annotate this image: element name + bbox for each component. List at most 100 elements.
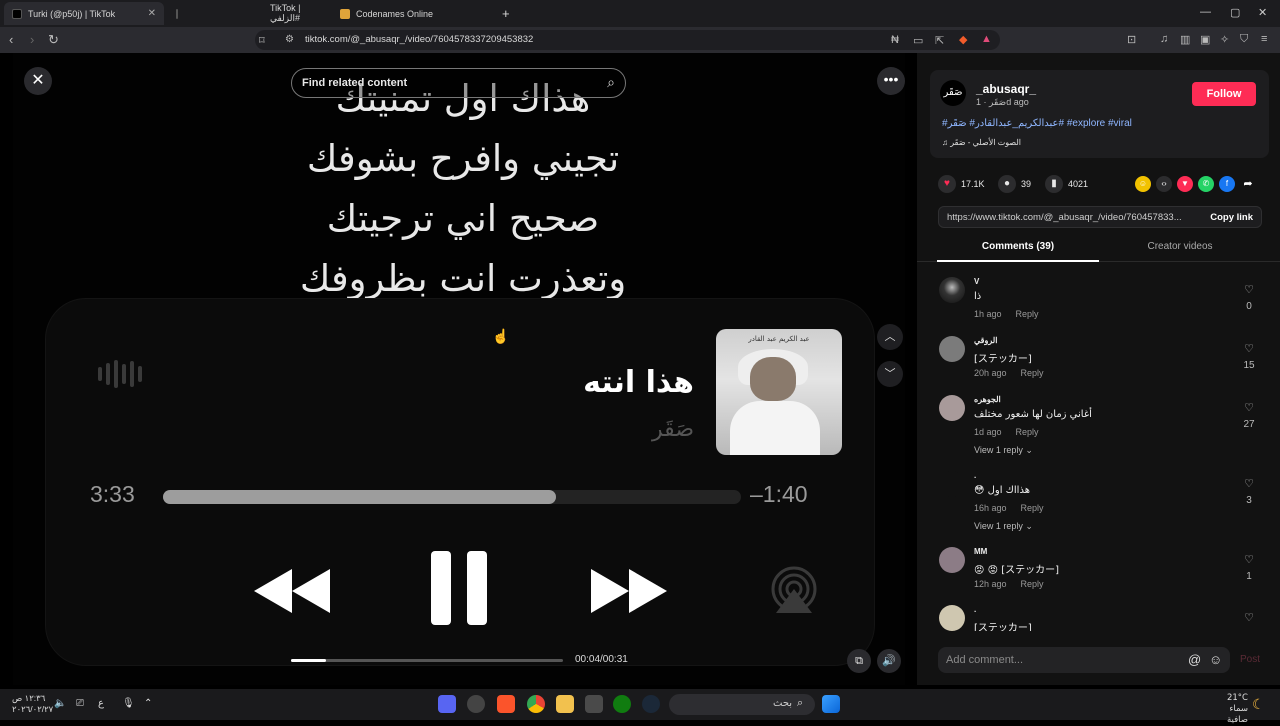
- embed-icon[interactable]: ‹›: [1156, 176, 1172, 192]
- xbox-icon[interactable]: [613, 695, 631, 713]
- rewards-icon[interactable]: ▲: [981, 33, 992, 45]
- tab-tiktok-turki[interactable]: Turki (@p50j) | TikTok ✕: [4, 2, 164, 25]
- save-button[interactable]: ▮ 4021: [1045, 175, 1088, 193]
- like-button[interactable]: ♥ 17.1K: [938, 175, 985, 193]
- reply-button[interactable]: Reply: [1021, 579, 1044, 589]
- brave-shield-icon[interactable]: ◆: [959, 33, 967, 46]
- translate-icon[interactable]: ₦: [891, 34, 899, 46]
- post-comment-button[interactable]: Post: [1240, 654, 1260, 665]
- cast-icon[interactable]: ▭: [913, 34, 923, 47]
- music-link[interactable]: ♫ الصوت الأصلي - صَقَر: [942, 138, 1021, 147]
- previous-video-button[interactable]: ︿: [877, 324, 903, 350]
- mention-icon[interactable]: @: [1188, 652, 1201, 667]
- video-progress-bar[interactable]: [291, 659, 563, 662]
- comment-user[interactable]: الجوهره: [974, 395, 1001, 404]
- picture-in-picture-button[interactable]: ⧉: [847, 649, 871, 673]
- bookmark-icon[interactable]: ⌑: [259, 34, 265, 47]
- reply-button[interactable]: Reply: [1021, 368, 1044, 378]
- sidebar-icon[interactable]: ▥: [1180, 33, 1190, 46]
- steam-icon[interactable]: [642, 695, 660, 713]
- tray-expand-icon[interactable]: ⌃: [144, 698, 152, 709]
- back-icon[interactable]: ‹: [9, 32, 13, 47]
- vpn-icon[interactable]: ⛉: [1240, 33, 1248, 46]
- media-icon[interactable]: ♫: [1160, 33, 1168, 45]
- weather-widget[interactable]: 21°C سماء صافية: [1206, 693, 1248, 726]
- brave-icon[interactable]: [497, 695, 515, 713]
- add-comment-input[interactable]: Add comment... @ ☺: [938, 647, 1230, 673]
- heart-icon[interactable]: ♡: [1242, 401, 1256, 414]
- tab-comments[interactable]: Comments (39): [937, 236, 1099, 262]
- avatar[interactable]: [939, 547, 965, 573]
- tab-tiktok-2[interactable]: [168, 2, 192, 25]
- reply-button[interactable]: Reply: [1021, 503, 1044, 513]
- reload-icon[interactable]: ↻: [48, 32, 59, 48]
- avatar[interactable]: [939, 277, 965, 303]
- tab-creator-videos[interactable]: Creator videos: [1099, 236, 1261, 262]
- speaker-icon[interactable]: 🔈: [54, 698, 66, 709]
- screenshot-icon[interactable]: ⊡: [1127, 33, 1136, 46]
- leo-ai-icon[interactable]: ✧: [1220, 33, 1229, 46]
- store-icon[interactable]: [585, 695, 603, 713]
- facebook-icon[interactable]: f: [1219, 176, 1235, 192]
- taskbar-search[interactable]: بحث ⌕: [669, 694, 815, 715]
- maximize-icon[interactable]: ▢: [1230, 6, 1240, 19]
- heart-icon[interactable]: ♡: [1242, 283, 1256, 296]
- taskbar-clock[interactable]: ١٢:٣٦ ص ٢٠٢٦/٠٢/٢٧: [12, 693, 53, 715]
- file-explorer-icon[interactable]: [556, 695, 574, 713]
- more-options-button[interactable]: •••: [877, 67, 905, 95]
- network-icon[interactable]: ⎚: [76, 698, 84, 709]
- emoji-icon[interactable]: ☺: [1209, 652, 1222, 667]
- new-tab-button[interactable]: +: [494, 2, 514, 25]
- reply-button[interactable]: Reply: [1016, 309, 1039, 319]
- share-page-icon[interactable]: ⇱: [935, 34, 944, 47]
- comment-user[interactable]: MM: [974, 547, 987, 556]
- share-icon[interactable]: ➦: [1240, 176, 1256, 192]
- avatar[interactable]: [939, 336, 965, 362]
- view-replies-button[interactable]: View 1 reply ⌄: [974, 445, 1033, 456]
- address-bar[interactable]: ⌑ ⚙ tiktok.com/@_abusaqr_/video/76045783…: [255, 30, 1000, 50]
- heart-icon[interactable]: ♡: [1242, 342, 1256, 355]
- whatsapp-icon[interactable]: ✆: [1198, 176, 1214, 192]
- heart-icon[interactable]: ♡: [1242, 477, 1256, 490]
- github-desktop-icon[interactable]: [467, 695, 485, 713]
- close-tab-icon[interactable]: ✕: [148, 8, 156, 19]
- close-video-button[interactable]: ✕: [24, 67, 52, 95]
- microphone-icon[interactable]: 🎙: [122, 698, 135, 709]
- comment-user[interactable]: .: [974, 471, 976, 480]
- windows-start-icon[interactable]: [822, 695, 840, 713]
- hashtags[interactable]: #عبدالكريم_عبدالقادر# صَقَر# #explore #v…: [942, 118, 1132, 129]
- reply-button[interactable]: Reply: [1016, 427, 1039, 437]
- avatar[interactable]: [939, 395, 965, 421]
- avatar[interactable]: [939, 471, 965, 497]
- heart-icon[interactable]: ♡: [1242, 611, 1256, 624]
- find-related-search[interactable]: Find related content ⌕: [291, 68, 626, 98]
- discord-icon[interactable]: [438, 695, 456, 713]
- avatar[interactable]: [939, 605, 965, 631]
- video-player[interactable]: هذاك اول تمنيتك تجيني وافرح بشوفك صحيح ا…: [13, 53, 905, 685]
- volume-button[interactable]: 🔊: [877, 649, 901, 673]
- video-link: https://www.tiktok.com/@_abusaqr_/video/…: [947, 212, 1182, 223]
- keyboard-language[interactable]: ع: [98, 698, 104, 709]
- window-close-icon[interactable]: ✕: [1258, 6, 1267, 19]
- copy-link-button[interactable]: Copy link: [1210, 212, 1253, 223]
- wallet-icon[interactable]: ▣: [1200, 33, 1210, 46]
- heart-icon[interactable]: ♡: [1242, 553, 1256, 566]
- comment-button[interactable]: ● 39: [998, 175, 1031, 193]
- emoji-share-icon[interactable]: ☺: [1135, 176, 1151, 192]
- comment-user[interactable]: .: [974, 605, 976, 614]
- avatar[interactable]: صَقَر: [940, 80, 966, 106]
- follow-button[interactable]: Follow: [1192, 82, 1256, 106]
- menu-icon[interactable]: ≡: [1261, 33, 1267, 45]
- repost-icon[interactable]: ▼: [1177, 176, 1193, 192]
- minimize-icon[interactable]: —: [1200, 6, 1211, 18]
- site-info-icon[interactable]: ⚙: [285, 34, 294, 45]
- author-username[interactable]: _abusaqr_: [976, 82, 1036, 96]
- next-video-button[interactable]: ﹀: [877, 361, 903, 387]
- comment-user[interactable]: الروقي: [974, 336, 997, 345]
- tab-codenames[interactable]: Codenames Online: [332, 2, 472, 25]
- chrome-icon[interactable]: [527, 695, 545, 713]
- tab-tiktok-hashtag[interactable]: TikTok | الزلفي#: [262, 2, 332, 25]
- comment-user[interactable]: V: [974, 277, 979, 286]
- view-replies-button[interactable]: View 1 reply ⌄: [974, 521, 1033, 532]
- forward-icon[interactable]: ›: [30, 32, 34, 47]
